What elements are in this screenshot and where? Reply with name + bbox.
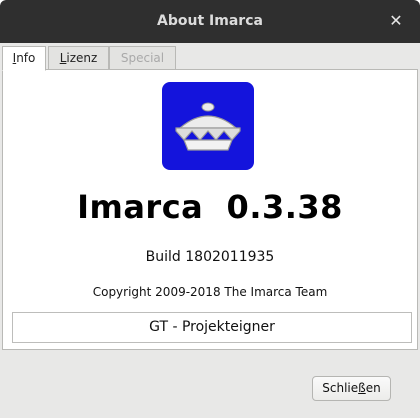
- tab-special[interactable]: Special: [109, 46, 176, 70]
- tab-lizenz[interactable]: Lizenz: [48, 46, 109, 70]
- tab-info-label: nfo: [16, 51, 36, 65]
- copyright-text: Copyright 2009-2018 The Imarca Team: [92, 285, 328, 299]
- tab-lizenz-label: izenz: [66, 51, 98, 65]
- info-panel: Imarca 0.3.38 Build 1802011935 Copyright…: [2, 69, 418, 350]
- close-icon[interactable]: ✕: [386, 11, 406, 31]
- build-number: Build 1802011935: [145, 249, 275, 265]
- crown-logo-icon: [162, 82, 254, 170]
- owner-field: GT - Projekteigner: [12, 312, 412, 343]
- app-name-version: Imarca 0.3.38: [77, 188, 343, 226]
- title-bar[interactable]: About Imarca ✕: [0, 0, 420, 43]
- tab-special-label: Special: [120, 51, 165, 65]
- close-button[interactable]: Schließen: [312, 376, 391, 401]
- close-button-label-end: en: [365, 381, 381, 395]
- about-dialog: About Imarca ✕ Info Lizenz Special Imarc…: [0, 0, 420, 418]
- close-button-mnemonic: ß: [358, 381, 366, 395]
- window-title: About Imarca: [157, 13, 263, 29]
- tab-info[interactable]: Info: [2, 46, 46, 71]
- close-button-label-start: Schlie: [322, 381, 359, 395]
